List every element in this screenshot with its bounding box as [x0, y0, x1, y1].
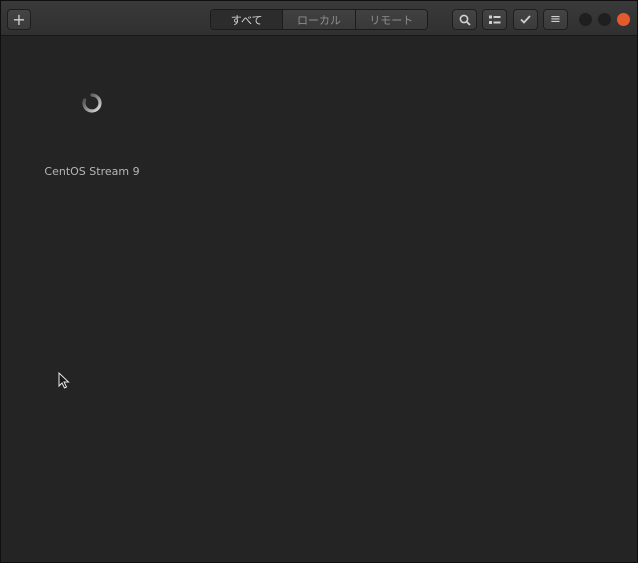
add-button[interactable]: +: [7, 9, 31, 30]
maximize-button[interactable]: [598, 13, 611, 26]
boxes-window: + すべて ローカル リモート ≡ CentOS Stream 9: [0, 0, 638, 563]
machine-grid: [1, 36, 637, 562]
menu-button[interactable]: ≡: [543, 9, 568, 30]
mouse-cursor-icon: [58, 372, 70, 389]
selection-mode-icon: [488, 15, 500, 24]
tab-all[interactable]: すべて: [211, 10, 283, 29]
tab-remote[interactable]: リモート: [354, 10, 427, 29]
check-icon: [520, 15, 531, 24]
search-icon: [459, 14, 471, 26]
check-button[interactable]: [513, 9, 538, 30]
machine-name[interactable]: CentOS Stream 9: [21, 165, 163, 178]
view-switcher: すべて ローカル リモート: [210, 9, 428, 30]
search-button[interactable]: [452, 9, 477, 30]
minimize-button[interactable]: [579, 13, 592, 26]
selection-mode-button[interactable]: [482, 9, 507, 30]
tab-local[interactable]: ローカル: [282, 10, 355, 29]
close-button[interactable]: [617, 13, 630, 26]
loading-spinner-icon: [82, 93, 102, 113]
header-bar: + すべて ローカル リモート ≡: [1, 1, 637, 36]
